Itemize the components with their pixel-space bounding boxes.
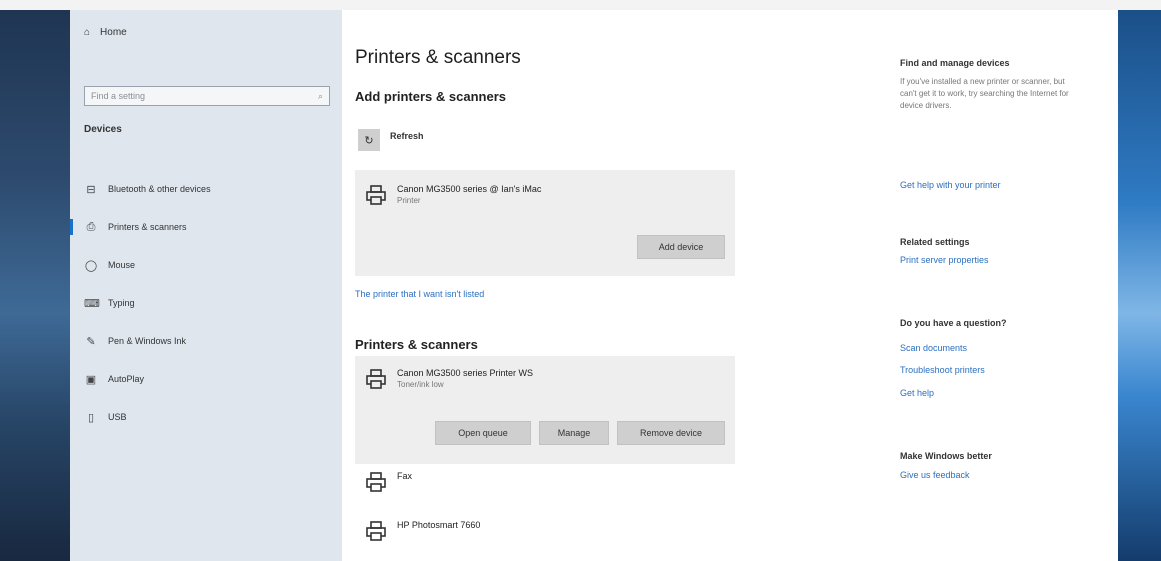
sidebar-item-autoplay[interactable]: ▣ AutoPlay — [84, 360, 211, 398]
mouse-icon: ◯ — [84, 259, 98, 272]
sidebar-item-label: Printers & scanners — [108, 222, 187, 232]
found-printer-panel[interactable]: Canon MG3500 series @ Ian's iMac Printer… — [355, 170, 735, 276]
give-feedback-link[interactable]: Give us feedback — [900, 470, 970, 480]
refresh-label: Refresh — [390, 131, 424, 141]
question-heading: Do you have a question? — [900, 318, 1007, 328]
remove-device-button[interactable]: Remove device — [617, 421, 725, 445]
bluetooth-devices-icon: ⊟ — [86, 183, 96, 196]
sidebar-item-typing[interactable]: ⌨ Typing — [84, 284, 211, 322]
desktop-background-left — [0, 10, 70, 561]
found-printer-name: Canon MG3500 series @ Ian's iMac — [397, 184, 542, 194]
printer-list-item-fax[interactable]: Fax — [365, 471, 412, 493]
pen-icon: ✎ — [86, 335, 96, 348]
printer-name: Fax — [397, 471, 413, 481]
refresh-icon: ↻ — [364, 134, 374, 147]
refresh-button[interactable]: ↻ — [358, 129, 380, 151]
manage-button[interactable]: Manage — [539, 421, 609, 445]
sidebar-item-printers[interactable]: ⎙ Printers & scanners — [70, 208, 211, 246]
print-server-properties-link[interactable]: Print server properties — [900, 255, 989, 265]
search-icon: ⌕ — [317, 90, 323, 101]
home-icon: ⌂ — [84, 27, 91, 38]
related-settings-heading: Related settings — [900, 237, 970, 247]
sidebar-item-label: Typing — [108, 298, 135, 308]
printer-icon — [366, 369, 386, 389]
sidebar-item-label: USB — [108, 412, 127, 422]
get-help-link[interactable]: Get help — [900, 388, 934, 398]
found-printer-status: Printer — [397, 196, 421, 205]
add-device-button[interactable]: Add device — [637, 235, 725, 259]
sidebar-item-label: Pen & Windows Ink — [108, 336, 187, 346]
scan-documents-link[interactable]: Scan documents — [900, 343, 967, 353]
get-help-printer-link[interactable]: Get help with your printer — [900, 180, 1001, 190]
sidebar-item-bluetooth[interactable]: ⊟ Bluetooth & other devices — [84, 170, 211, 208]
printer-icon: ⎙ — [86, 220, 96, 233]
sidebar-item-label: AutoPlay — [108, 374, 145, 384]
printer-icon — [366, 521, 386, 541]
settings-window: ⌂ Home Find a setting ⌕ Devices ⊟ Blueto… — [70, 10, 1118, 561]
sidebar-section-title: Devices — [84, 124, 122, 135]
open-queue-button[interactable]: Open queue — [435, 421, 531, 445]
selected-printer-name: Canon MG3500 series Printer WS — [397, 368, 534, 378]
sidebar-item-label: Mouse — [108, 260, 136, 270]
troubleshoot-printers-link[interactable]: Troubleshoot printers — [900, 365, 985, 375]
sidebar-item-pen[interactable]: ✎ Pen & Windows Ink — [84, 322, 211, 360]
keyboard-icon: ⌨ — [84, 297, 100, 310]
desktop-background-right — [1118, 10, 1161, 561]
printer-name: HP Photosmart 7660 — [397, 520, 481, 530]
sidebar: ⌂ Home Find a setting ⌕ Devices ⊟ Blueto… — [70, 10, 342, 561]
find-devices-heading: Find and manage devices — [900, 58, 1010, 68]
search-input[interactable]: Find a setting ⌕ — [84, 86, 330, 106]
usb-icon: ▯ — [87, 411, 95, 424]
page-title: Printers & scanners — [355, 47, 521, 68]
find-devices-text: If you've installed a new printer or sca… — [900, 77, 1069, 110]
make-windows-better-heading: Make Windows better — [900, 451, 992, 461]
list-section-title: Printers & scanners — [355, 337, 478, 352]
selected-printer-panel[interactable]: Canon MG3500 series Printer WS Toner/ink… — [355, 356, 735, 464]
printer-not-listed-link[interactable]: The printer that I want isn't listed — [355, 289, 484, 299]
sidebar-nav-list: ⊟ Bluetooth & other devices ⎙ Printers &… — [70, 170, 211, 436]
printer-list-item-hp[interactable]: HP Photosmart 7660 — [365, 520, 480, 542]
autoplay-icon: ▣ — [85, 373, 97, 386]
add-section-title: Add printers & scanners — [355, 89, 506, 104]
nav-home-label: Home — [100, 27, 127, 38]
sidebar-item-label: Bluetooth & other devices — [108, 184, 211, 194]
nav-home[interactable]: ⌂ Home — [84, 27, 127, 38]
selected-printer-status: Toner/ink low — [397, 380, 444, 389]
main-content: Printers & scanners Add printers & scann… — [355, 10, 775, 561]
refresh-row: ↻ Refresh — [358, 129, 424, 151]
printer-icon — [366, 472, 386, 492]
sidebar-item-usb[interactable]: ▯ USB — [84, 398, 211, 436]
sidebar-item-mouse[interactable]: ◯ Mouse — [84, 246, 211, 284]
printer-icon — [366, 185, 386, 205]
search-placeholder: Find a setting — [91, 91, 146, 101]
